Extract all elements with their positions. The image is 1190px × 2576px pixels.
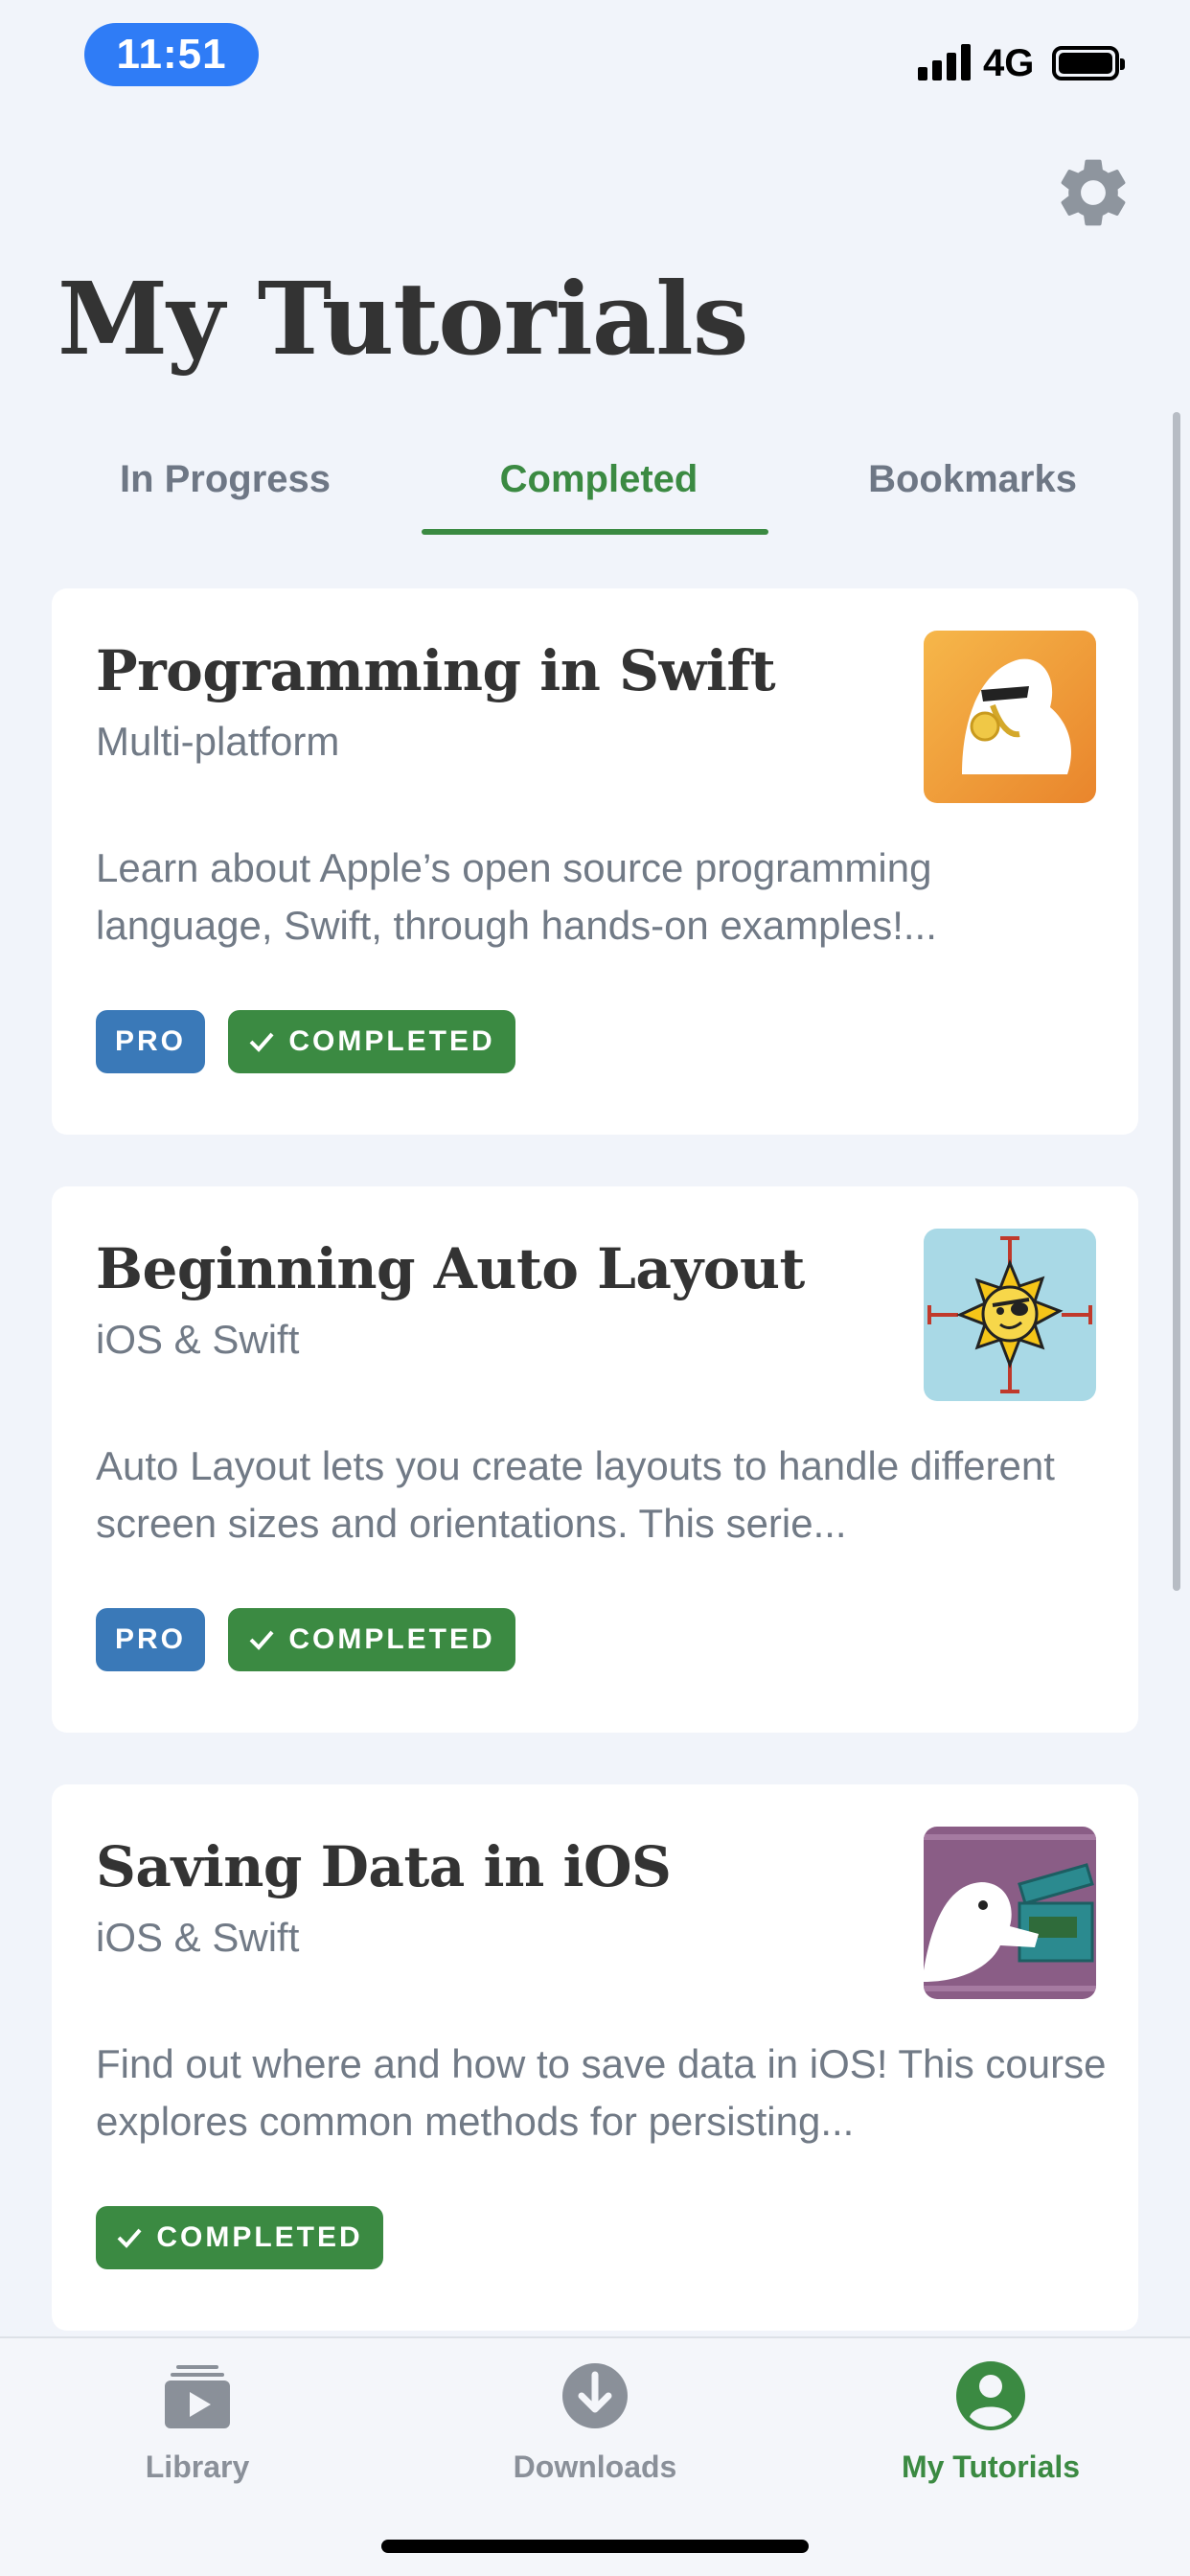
- card-platform: iOS & Swift: [96, 1317, 300, 1362]
- tab-in-progress[interactable]: In Progress: [38, 450, 412, 537]
- card-platform: Multi-platform: [96, 719, 340, 764]
- tab-bar-library[interactable]: Library: [54, 2359, 341, 2503]
- saving-data-artwork-icon: [924, 1827, 1096, 1999]
- settings-gear-icon[interactable]: [1052, 151, 1134, 234]
- badge-row: COMPLETED: [96, 2206, 383, 2269]
- checkmark-icon: [116, 2226, 143, 2249]
- profile-icon: [952, 2359, 1029, 2436]
- tab-bar-label: My Tutorials: [901, 2450, 1081, 2484]
- home-indicator[interactable]: [381, 2540, 809, 2553]
- card-description: Learn about Apple’s open source programm…: [96, 845, 937, 948]
- card-description: Auto Layout lets you create layouts to h…: [96, 1443, 1055, 1546]
- tab-bookmarks[interactable]: Bookmarks: [786, 450, 1159, 537]
- tab-completed[interactable]: Completed: [412, 450, 786, 537]
- page-title: My Tutorials: [57, 260, 748, 378]
- card-title: Saving Data in iOS: [96, 1834, 672, 1899]
- tab-bar-my-tutorials[interactable]: My Tutorials: [847, 2359, 1134, 2503]
- completed-badge: COMPLETED: [96, 2206, 383, 2269]
- tutorial-card[interactable]: Beginning Auto Layout iOS & Swift Auto L…: [52, 1186, 1138, 1733]
- download-icon: [557, 2359, 633, 2436]
- signal-strength-icon: [918, 44, 972, 80]
- completed-badge-label: COMPLETED: [156, 2221, 363, 2253]
- network-type: 4G: [983, 42, 1035, 84]
- badge-row: PRO COMPLETED: [96, 1608, 515, 1671]
- card-artwork: [924, 1827, 1096, 1999]
- completed-badge: COMPLETED: [228, 1608, 515, 1671]
- card-artwork: [924, 1229, 1096, 1401]
- card-title: Programming in Swift: [96, 638, 776, 703]
- checkmark-icon: [248, 1030, 275, 1053]
- tutorial-card[interactable]: Saving Data in iOS iOS & Swift Find out …: [52, 1784, 1138, 2331]
- tab-bar-downloads[interactable]: Downloads: [451, 2359, 739, 2503]
- tab-bar-label: Library: [145, 2450, 250, 2484]
- battery-icon: [1052, 46, 1125, 80]
- pro-badge: PRO: [96, 1010, 205, 1073]
- card-title: Beginning Auto Layout: [96, 1236, 805, 1301]
- badge-row: PRO COMPLETED: [96, 1010, 515, 1073]
- card-description: Find out where and how to save data in i…: [96, 2041, 1107, 2144]
- tab-bar-label: Downloads: [513, 2450, 677, 2484]
- completed-badge-label: COMPLETED: [288, 1623, 495, 1655]
- tutorial-card[interactable]: Programming in Swift Multi-platform Lear…: [52, 588, 1138, 1135]
- card-platform: iOS & Swift: [96, 1915, 300, 1960]
- card-artwork: [924, 631, 1096, 803]
- status-time[interactable]: 11:51: [84, 23, 259, 86]
- completed-badge: COMPLETED: [228, 1010, 515, 1073]
- swift-bird-artwork-icon: [924, 631, 1096, 803]
- segment-tabs: In Progress Completed Bookmarks: [38, 450, 1152, 537]
- checkmark-icon: [248, 1628, 275, 1651]
- library-icon: [159, 2359, 236, 2436]
- active-tab-indicator: [422, 529, 768, 535]
- auto-layout-sun-artwork-icon: [924, 1229, 1096, 1401]
- completed-badge-label: COMPLETED: [288, 1025, 495, 1057]
- status-bar: 11:51 4G: [0, 0, 1190, 125]
- scrollbar[interactable]: [1173, 412, 1180, 1591]
- pro-badge: PRO: [96, 1608, 205, 1671]
